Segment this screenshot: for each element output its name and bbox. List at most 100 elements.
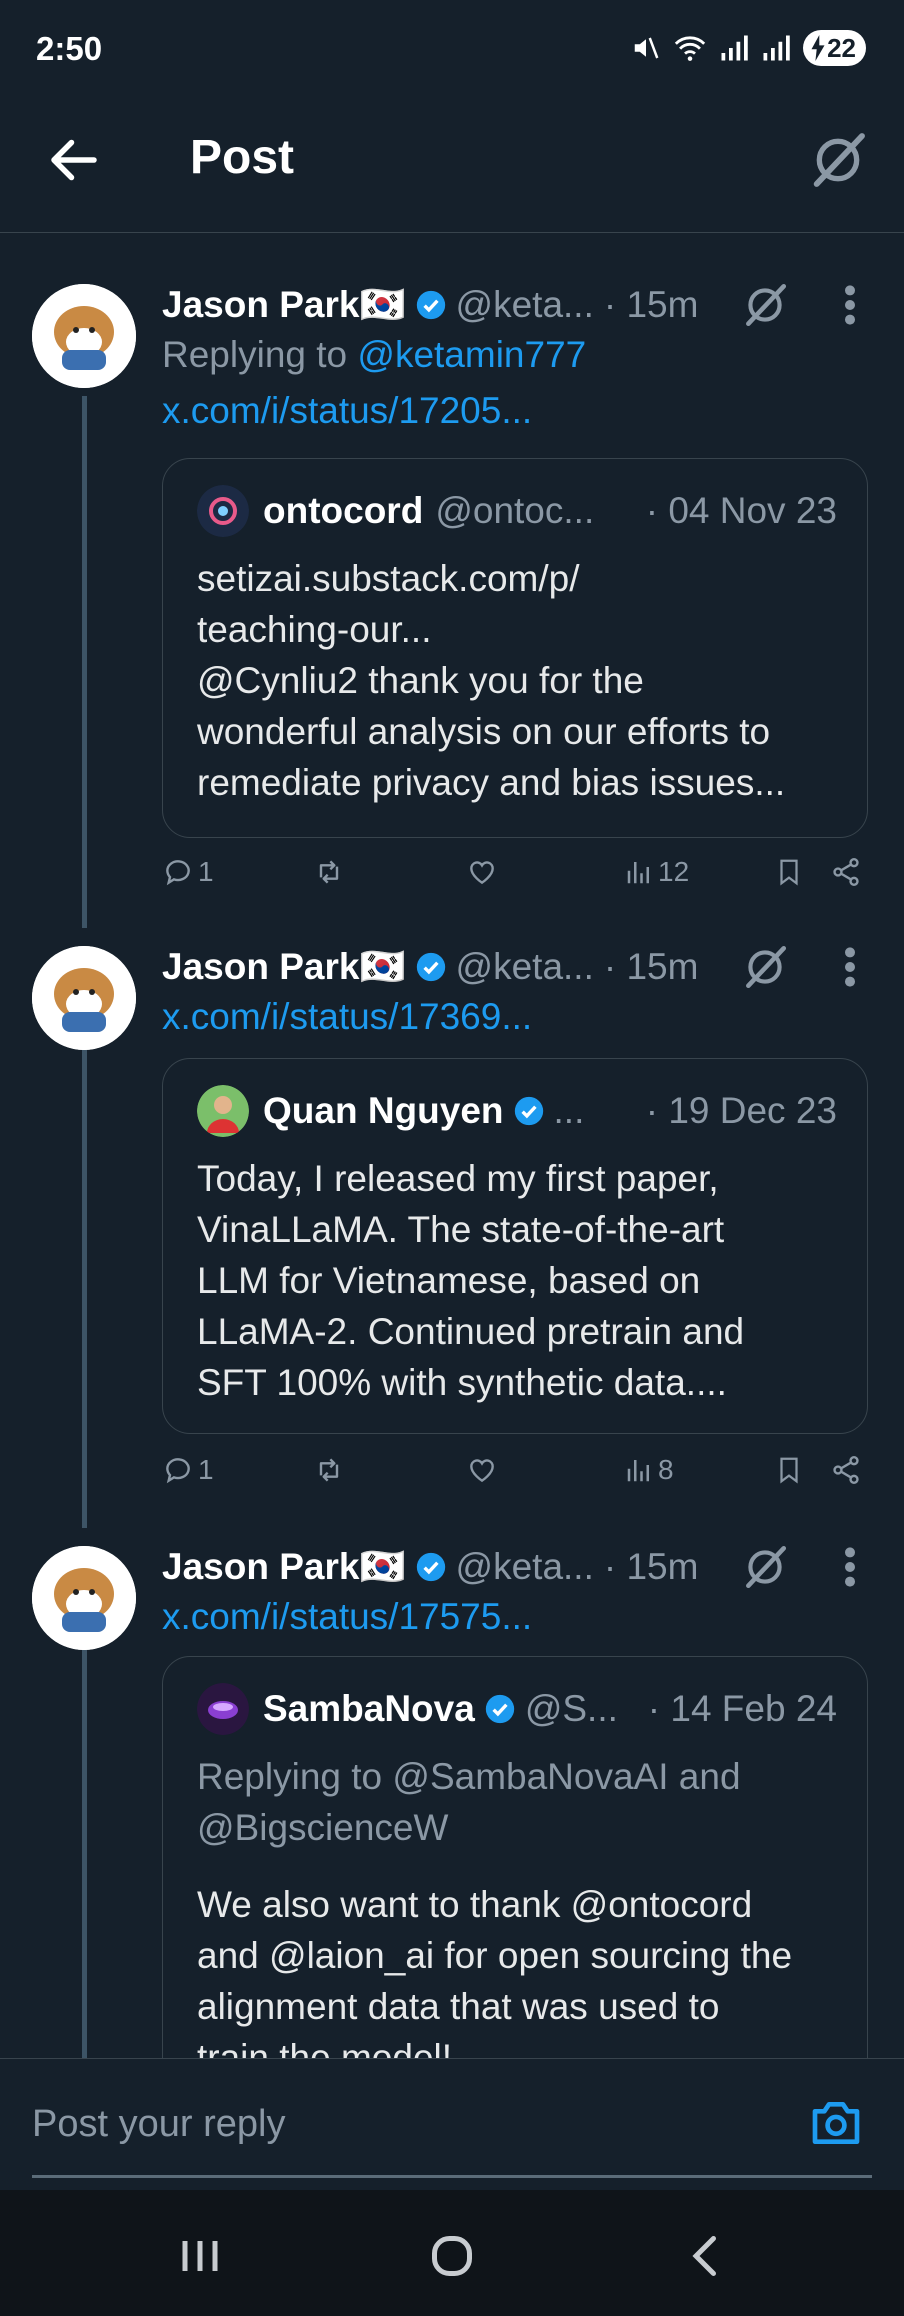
quoted-post[interactable]: ontocord @ontoc... · 04 Nov 23 setizai.s… — [162, 458, 868, 838]
verified-badge-icon — [416, 952, 445, 982]
quote-replying-line: Replying to @SambaNovaAI and — [197, 1756, 741, 1797]
avatar[interactable] — [32, 284, 136, 388]
replying-to: Replying to @ketamin777 — [162, 334, 586, 376]
quote-replying-line: @BigscienceW — [197, 1807, 449, 1848]
quote-author: SambaNova — [263, 1688, 475, 1729]
quote-text-line: train the model! — [197, 2037, 453, 2058]
post-link[interactable]: x.com/i/status/17369... — [162, 996, 532, 1038]
quote-replying-to: Replying to @SambaNovaAI and @Bigscience… — [197, 1751, 847, 1853]
repost-button[interactable] — [312, 1454, 346, 1486]
quote-avatar — [197, 1683, 249, 1735]
author-name[interactable]: Jason Park🇰🇷 — [162, 284, 406, 327]
post-link[interactable]: x.com/i/status/17575... — [162, 1596, 532, 1638]
status-time: 2:50 — [36, 30, 103, 67]
like-button[interactable] — [466, 856, 498, 888]
quote-text-line: and @laion_ai for open sourcing the — [197, 1935, 793, 1976]
quote-handle: ... — [553, 1090, 585, 1131]
verified-badge-icon — [416, 1552, 445, 1582]
quote-text-line: teaching-our... — [197, 609, 432, 650]
post-item[interactable]: Jason Park🇰🇷 @keta... · 15m Replying to … — [0, 232, 904, 928]
charging-icon — [811, 35, 825, 61]
views-count: 12 — [658, 856, 690, 887]
quote-avatar — [197, 1085, 249, 1137]
quote-text-line: wonderful analysis on our efforts to — [197, 711, 771, 752]
thread-line — [82, 396, 87, 928]
top-app-bar: Post — [0, 100, 904, 233]
share-icon[interactable] — [830, 1454, 862, 1486]
status-icons: 22 — [631, 30, 866, 66]
reply-count: 1 — [198, 856, 214, 887]
quote-text-line: @Cynliu2 thank you for the — [197, 660, 644, 701]
post-item[interactable]: Jason Park🇰🇷 @keta... · 15m x.com/i/stat… — [0, 928, 904, 1528]
views-icon — [627, 1460, 649, 1482]
post-link[interactable]: x.com/i/status/17205... — [162, 390, 532, 432]
repost-icon — [319, 1458, 339, 1482]
avatar[interactable] — [32, 946, 136, 1050]
quote-text-line: Today, I released my first paper, — [197, 1158, 719, 1199]
author-handle: @keta... — [455, 1546, 594, 1587]
more-options-icon[interactable] — [836, 280, 864, 330]
heart-icon — [470, 1459, 494, 1483]
views-count: 8 — [658, 1454, 674, 1485]
grok-icon[interactable] — [740, 942, 790, 992]
heart-icon — [470, 861, 494, 885]
reply-count: 1 — [198, 1454, 214, 1485]
quote-text: Today, I released my first paper, VinaLL… — [197, 1153, 847, 1408]
reply-input[interactable]: Post your reply — [32, 2103, 772, 2146]
home-icon[interactable] — [422, 2226, 482, 2286]
quoted-post[interactable]: Quan Nguyen ... · 19 Dec 23 Today, I rel… — [162, 1058, 868, 1434]
quote-text-line: LLaMA-2. Continued pretrain and — [197, 1311, 745, 1352]
post-time: · 15m — [603, 946, 699, 987]
repost-icon — [319, 860, 339, 884]
quote-author: Quan Nguyen — [263, 1090, 504, 1131]
more-options-icon[interactable] — [836, 1542, 864, 1592]
views-button[interactable]: 12 — [624, 856, 689, 888]
like-button[interactable] — [466, 1454, 498, 1486]
recent-apps-icon[interactable] — [170, 2226, 230, 2286]
repost-button[interactable] — [312, 856, 346, 888]
thread-line — [82, 1644, 87, 2058]
grok-icon[interactable] — [740, 1542, 790, 1592]
avatar[interactable] — [32, 1546, 136, 1650]
more-options-icon[interactable] — [836, 942, 864, 992]
quote-header: ontocord @ontoc... · 04 Nov 23 — [197, 485, 837, 537]
quote-text-line: We also want to thank @ontocord — [197, 1884, 753, 1925]
quote-handle: @S... — [524, 1688, 618, 1729]
share-icon[interactable] — [830, 856, 862, 888]
page-title: Post — [190, 131, 295, 184]
back-arrow-icon[interactable] — [44, 130, 104, 190]
quote-text: We also want to thank @ontocord and @lai… — [197, 1879, 847, 2058]
reply-button[interactable]: 1 — [162, 1454, 214, 1486]
post-time: · 15m — [603, 1546, 699, 1587]
reply-icon — [166, 860, 190, 886]
grok-icon[interactable] — [806, 128, 870, 192]
reply-icon — [166, 1458, 190, 1484]
grok-icon[interactable] — [740, 280, 790, 330]
system-nav-bar — [0, 2190, 904, 2316]
thread-line — [82, 1044, 87, 1528]
signal-icon — [721, 35, 748, 61]
reply-underline — [32, 2175, 872, 2178]
post-item[interactable]: Jason Park🇰🇷 @keta... · 15m x.com/i/stat… — [0, 1528, 904, 2058]
quote-date: · 04 Nov 23 — [645, 490, 837, 531]
camera-icon[interactable] — [808, 2095, 864, 2151]
bookmark-icon[interactable] — [774, 1454, 804, 1486]
battery-level: 22 — [827, 32, 856, 63]
quoted-post[interactable]: SambaNova @S... · 14 Feb 24 Replying to … — [162, 1656, 868, 2058]
quote-text-line: remediate privacy and bias issues... — [197, 762, 786, 803]
reply-button[interactable]: 1 — [162, 856, 214, 888]
quote-date: · 19 Dec 23 — [645, 1090, 837, 1131]
battery-indicator: 22 — [803, 30, 866, 66]
quote-date: · 14 Feb 24 — [647, 1688, 837, 1729]
bookmark-icon[interactable] — [774, 856, 804, 888]
views-button[interactable]: 8 — [624, 1454, 674, 1486]
reply-composer: Post your reply — [0, 2058, 904, 2189]
verified-badge-icon — [416, 290, 445, 320]
action-bar: 1 8 — [162, 1454, 872, 1498]
author-name[interactable]: Jason Park🇰🇷 — [162, 946, 406, 989]
author-handle: @keta... — [455, 284, 594, 325]
author-name[interactable]: Jason Park🇰🇷 — [162, 1546, 406, 1589]
back-nav-icon[interactable] — [676, 2226, 736, 2286]
status-bar: 2:50 22 — [0, 0, 904, 100]
replying-to-handle[interactable]: @ketamin777 — [357, 334, 586, 375]
